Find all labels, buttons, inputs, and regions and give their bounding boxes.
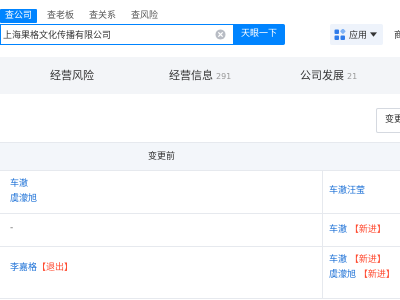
cell-before: 李嘉格【退出】	[10, 261, 73, 276]
person-entry: 李嘉格【退出】	[10, 261, 73, 276]
search-tab-risk[interactable]: 查风险	[126, 9, 163, 23]
search-input[interactable]	[3, 25, 208, 44]
change-filter-button[interactable]: 变更	[376, 108, 400, 133]
column-header-before: 变更前	[148, 152, 176, 162]
table-row: - 车澈 【新进】	[0, 214, 400, 247]
table-header: 变更前	[0, 142, 400, 171]
person-entry: 车澈 【新进】	[329, 223, 386, 238]
cell-after: 车澈 【新进】	[329, 223, 386, 238]
tab-count: 21	[347, 72, 358, 81]
search-tab-relation[interactable]: 查关系	[84, 9, 121, 23]
tab-count: 291	[216, 72, 232, 81]
search-type-tabs: 查公司 查老板 查关系 查风险	[0, 9, 168, 23]
table-row: 李嘉格【退出】 车澈 【新进】 虞濛旭 【新进】	[0, 247, 400, 299]
person-link[interactable]: 车澈	[329, 255, 347, 265]
person-link[interactable]: 李嘉格	[10, 263, 37, 273]
apps-icon	[334, 28, 346, 40]
clear-icon[interactable]	[215, 29, 226, 40]
section-tabs: 经营风险 经营信息 291 公司发展 21	[0, 57, 400, 94]
tab-business-info[interactable]: 经营信息 291	[169, 57, 231, 94]
column-divider	[322, 171, 323, 213]
header: 查公司 查老板 查关系 查风险 天眼一下 应用 商	[0, 0, 400, 56]
person-link[interactable]: 车澈	[329, 225, 347, 235]
status-tag: 【退出】	[37, 263, 74, 273]
cell-before: -	[10, 223, 13, 233]
status-tag: 【新进】	[349, 255, 386, 265]
search-button[interactable]: 天眼一下	[233, 24, 285, 45]
cell-before: 车澈 虞濛旭	[10, 177, 37, 207]
person-link[interactable]: 虞濛旭	[329, 270, 356, 280]
empty-value: -	[10, 223, 14, 233]
person-entry: 虞濛旭 【新进】	[329, 268, 395, 283]
apps-menu-button[interactable]: 应用	[330, 24, 383, 45]
change-records-table: 变更前 车澈 虞濛旭 车澈汪莹 - 车澈 【新进】 李嘉格【退出】 车澈 【新进…	[0, 142, 400, 299]
tab-label: 经营信息	[169, 69, 213, 82]
chevron-down-icon	[370, 32, 378, 37]
search-box	[0, 24, 233, 45]
search-tab-company[interactable]: 查公司	[0, 9, 38, 23]
header-edge-text[interactable]: 商	[394, 28, 400, 41]
search-tab-boss[interactable]: 查老板	[42, 9, 79, 23]
apps-label: 应用	[349, 31, 368, 41]
person-link[interactable]: 虞濛旭	[10, 192, 37, 207]
tab-label: 公司发展	[300, 69, 344, 82]
person-entry: 车澈 【新进】	[329, 253, 395, 268]
person-link[interactable]: 车澈汪莹	[329, 184, 365, 199]
table-row: 车澈 虞濛旭 车澈汪莹	[0, 171, 400, 214]
tab-business-risk[interactable]: 经营风险	[50, 57, 94, 94]
cell-after: 车澈 【新进】 虞濛旭 【新进】	[329, 253, 395, 283]
person-link[interactable]: 车澈	[10, 177, 37, 192]
status-tag: 【新进】	[358, 270, 395, 280]
column-divider	[322, 247, 323, 298]
column-divider	[322, 214, 323, 246]
status-tag: 【新进】	[349, 225, 386, 235]
tab-company-development[interactable]: 公司发展 21	[300, 57, 357, 94]
cell-after: 车澈汪莹	[329, 184, 365, 199]
tab-label: 经营风险	[50, 69, 94, 82]
